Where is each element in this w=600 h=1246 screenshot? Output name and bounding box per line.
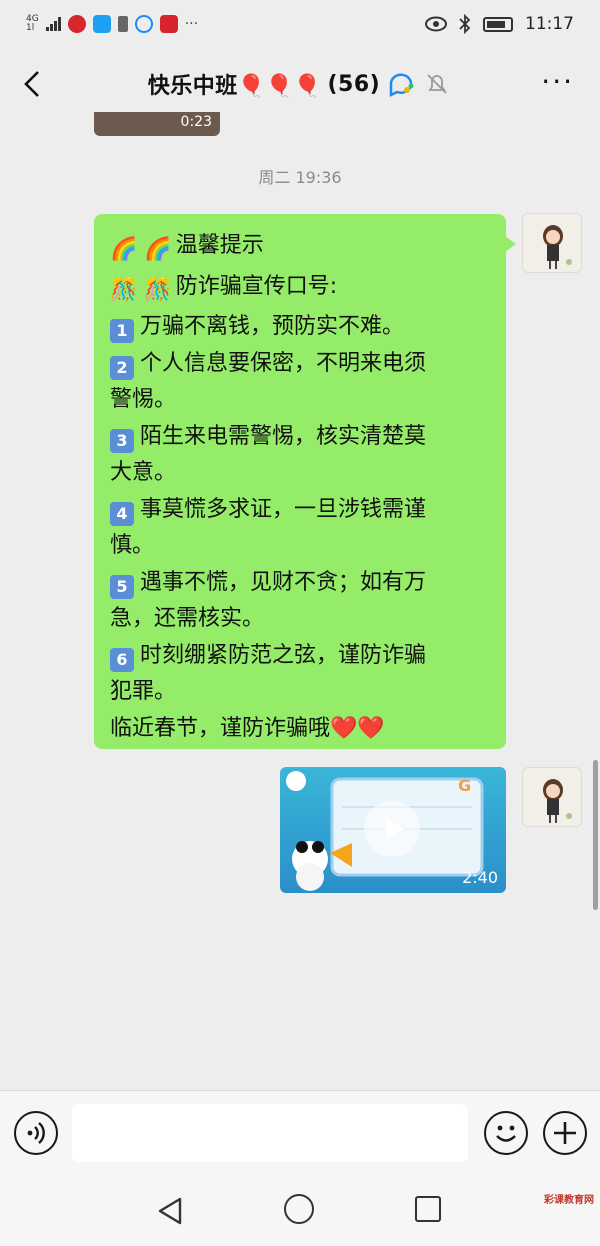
girl-avatar-icon — [543, 225, 572, 269]
play-icon — [386, 818, 404, 840]
message-line: 1 万骗不离钱，预防实不难。 — [110, 309, 490, 346]
more-actions-button[interactable] — [543, 1111, 587, 1155]
message-input[interactable] — [72, 1104, 468, 1162]
emoji-button[interactable] — [484, 1111, 528, 1155]
previous-video-duration: 0:23 — [180, 114, 212, 130]
number-badge: 1 — [110, 319, 134, 343]
message-timestamp: 周二 19:36 — [258, 168, 342, 187]
enterprise-chat-icon — [389, 73, 414, 98]
app-notification-icon-2 — [159, 15, 178, 33]
message-line: 2 个人信息要保密，不明来电须 — [110, 346, 490, 383]
nav-back-icon[interactable] — [156, 1196, 186, 1226]
system-nav-bar: 彩课教育网 — [0, 1176, 600, 1246]
clock: 11:17 — [525, 14, 574, 34]
muted-bell-icon — [427, 74, 447, 94]
message-line: 急，还需核实。 — [110, 606, 265, 631]
number-badge: 4 — [110, 501, 134, 526]
message-line: 临近春节，谨防诈骗哦❤️❤️ — [110, 715, 385, 741]
group-name: 快乐中班🎈🎈🎈 — [147, 74, 322, 99]
play-button[interactable] — [364, 801, 420, 857]
bluetooth-icon — [459, 14, 471, 34]
previous-video-message[interactable]: 0:23 — [94, 112, 220, 136]
celebration-icon: 🎊 🎊 — [110, 277, 172, 303]
message-line: 🎊 🎊 防诈骗宣传口号: — [110, 269, 490, 310]
number-badge: 3 — [110, 428, 134, 453]
voice-input-button[interactable] — [14, 1111, 58, 1155]
avatar[interactable] — [522, 767, 582, 827]
video-duration: 2:40 — [462, 868, 498, 887]
video-message[interactable]: G 2:40 — [280, 767, 506, 893]
voice-icon — [27, 1122, 45, 1144]
message-icon — [134, 15, 153, 33]
message-line: 犯罪。 — [110, 679, 177, 704]
message-line: 大意。 — [110, 460, 177, 485]
plus-icon — [554, 1122, 576, 1144]
status-bar: 4G 1l ··· 11:17 — [0, 0, 600, 48]
chat-title: 快乐中班🎈🎈🎈 (56) — [148, 68, 452, 100]
member-count: (56) — [327, 71, 381, 97]
nav-home-icon[interactable] — [284, 1194, 314, 1224]
message-line: 4 事莫慌多求证，一旦涉钱需谨 — [110, 492, 490, 529]
chat-header: 快乐中班🎈🎈🎈 (56) ··· — [0, 48, 600, 120]
eye-icon — [425, 16, 447, 32]
watermark: 彩课教育网 — [544, 1195, 594, 1206]
message-line: 警惕。 — [110, 387, 177, 412]
text-message-bubble[interactable]: 🌈 🌈 温馨提示 🎊 🎊 防诈骗宣传口号: 1 万骗不离钱，预防实不难。 2 个人信… — [94, 214, 516, 749]
nav-recent-apps-icon[interactable] — [415, 1196, 441, 1222]
message-line: 6 时刻绷紧防范之弦，谨防诈骗 — [110, 638, 490, 675]
message-line: 3 陌生来电需警惕，核实清楚莫 — [110, 419, 490, 456]
rainbow-icon: 🌈 🌈 — [110, 237, 172, 262]
message-line: 慎。 — [110, 533, 155, 558]
scrollbar[interactable] — [593, 760, 598, 910]
more-notifications-icon: ··· — [184, 16, 199, 32]
number-badge: 6 — [110, 647, 134, 672]
battery-icon — [483, 16, 513, 32]
signal-icon — [45, 17, 61, 31]
qq-browser-icon — [92, 15, 111, 33]
chevron-left-icon[interactable] — [18, 66, 50, 102]
girl-avatar-icon — [543, 779, 572, 823]
app-notification-icon — [67, 15, 86, 33]
number-badge: 5 — [110, 574, 134, 599]
avatar[interactable] — [522, 213, 582, 273]
network-indicator: 4G 1l — [26, 14, 39, 33]
message-line: 5 遇事不慌，见财不贪；如有万 — [110, 565, 490, 602]
sim-icon — [117, 16, 128, 32]
smiley-icon — [496, 1125, 516, 1142]
svg-text:G: G — [458, 776, 471, 795]
message-line: 🌈 🌈 温馨提示 — [110, 228, 490, 269]
input-bar — [0, 1090, 600, 1176]
number-badge: 2 — [110, 355, 134, 380]
more-options-button[interactable]: ··· — [541, 68, 574, 96]
